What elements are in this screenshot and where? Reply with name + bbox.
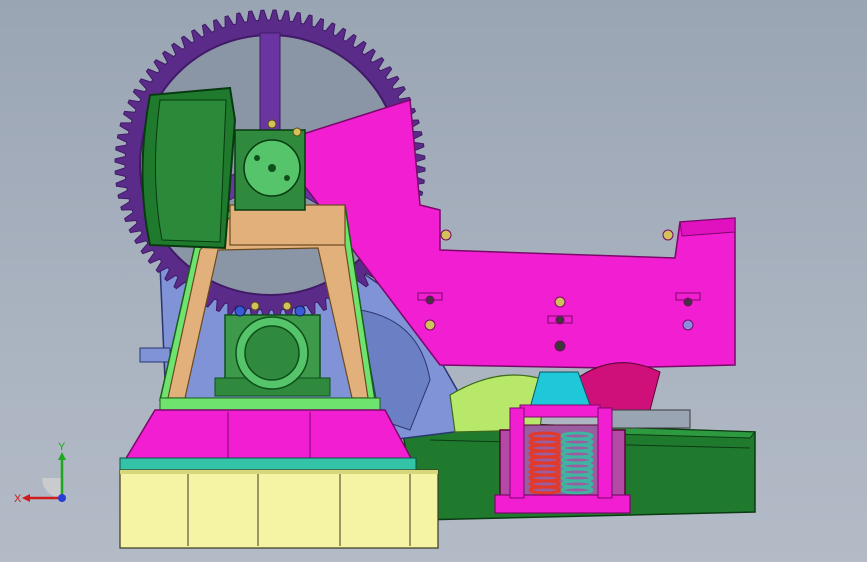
- coordinate-triad-icon: Y X: [14, 441, 66, 505]
- machine-model[interactable]: [0, 0, 867, 562]
- cad-viewport[interactable]: Y X: [0, 0, 867, 562]
- y-axis-label: Y: [58, 441, 66, 453]
- base-platform: [119, 397, 439, 549]
- bearing-block: [214, 301, 331, 397]
- x-axis-label: X: [14, 493, 22, 505]
